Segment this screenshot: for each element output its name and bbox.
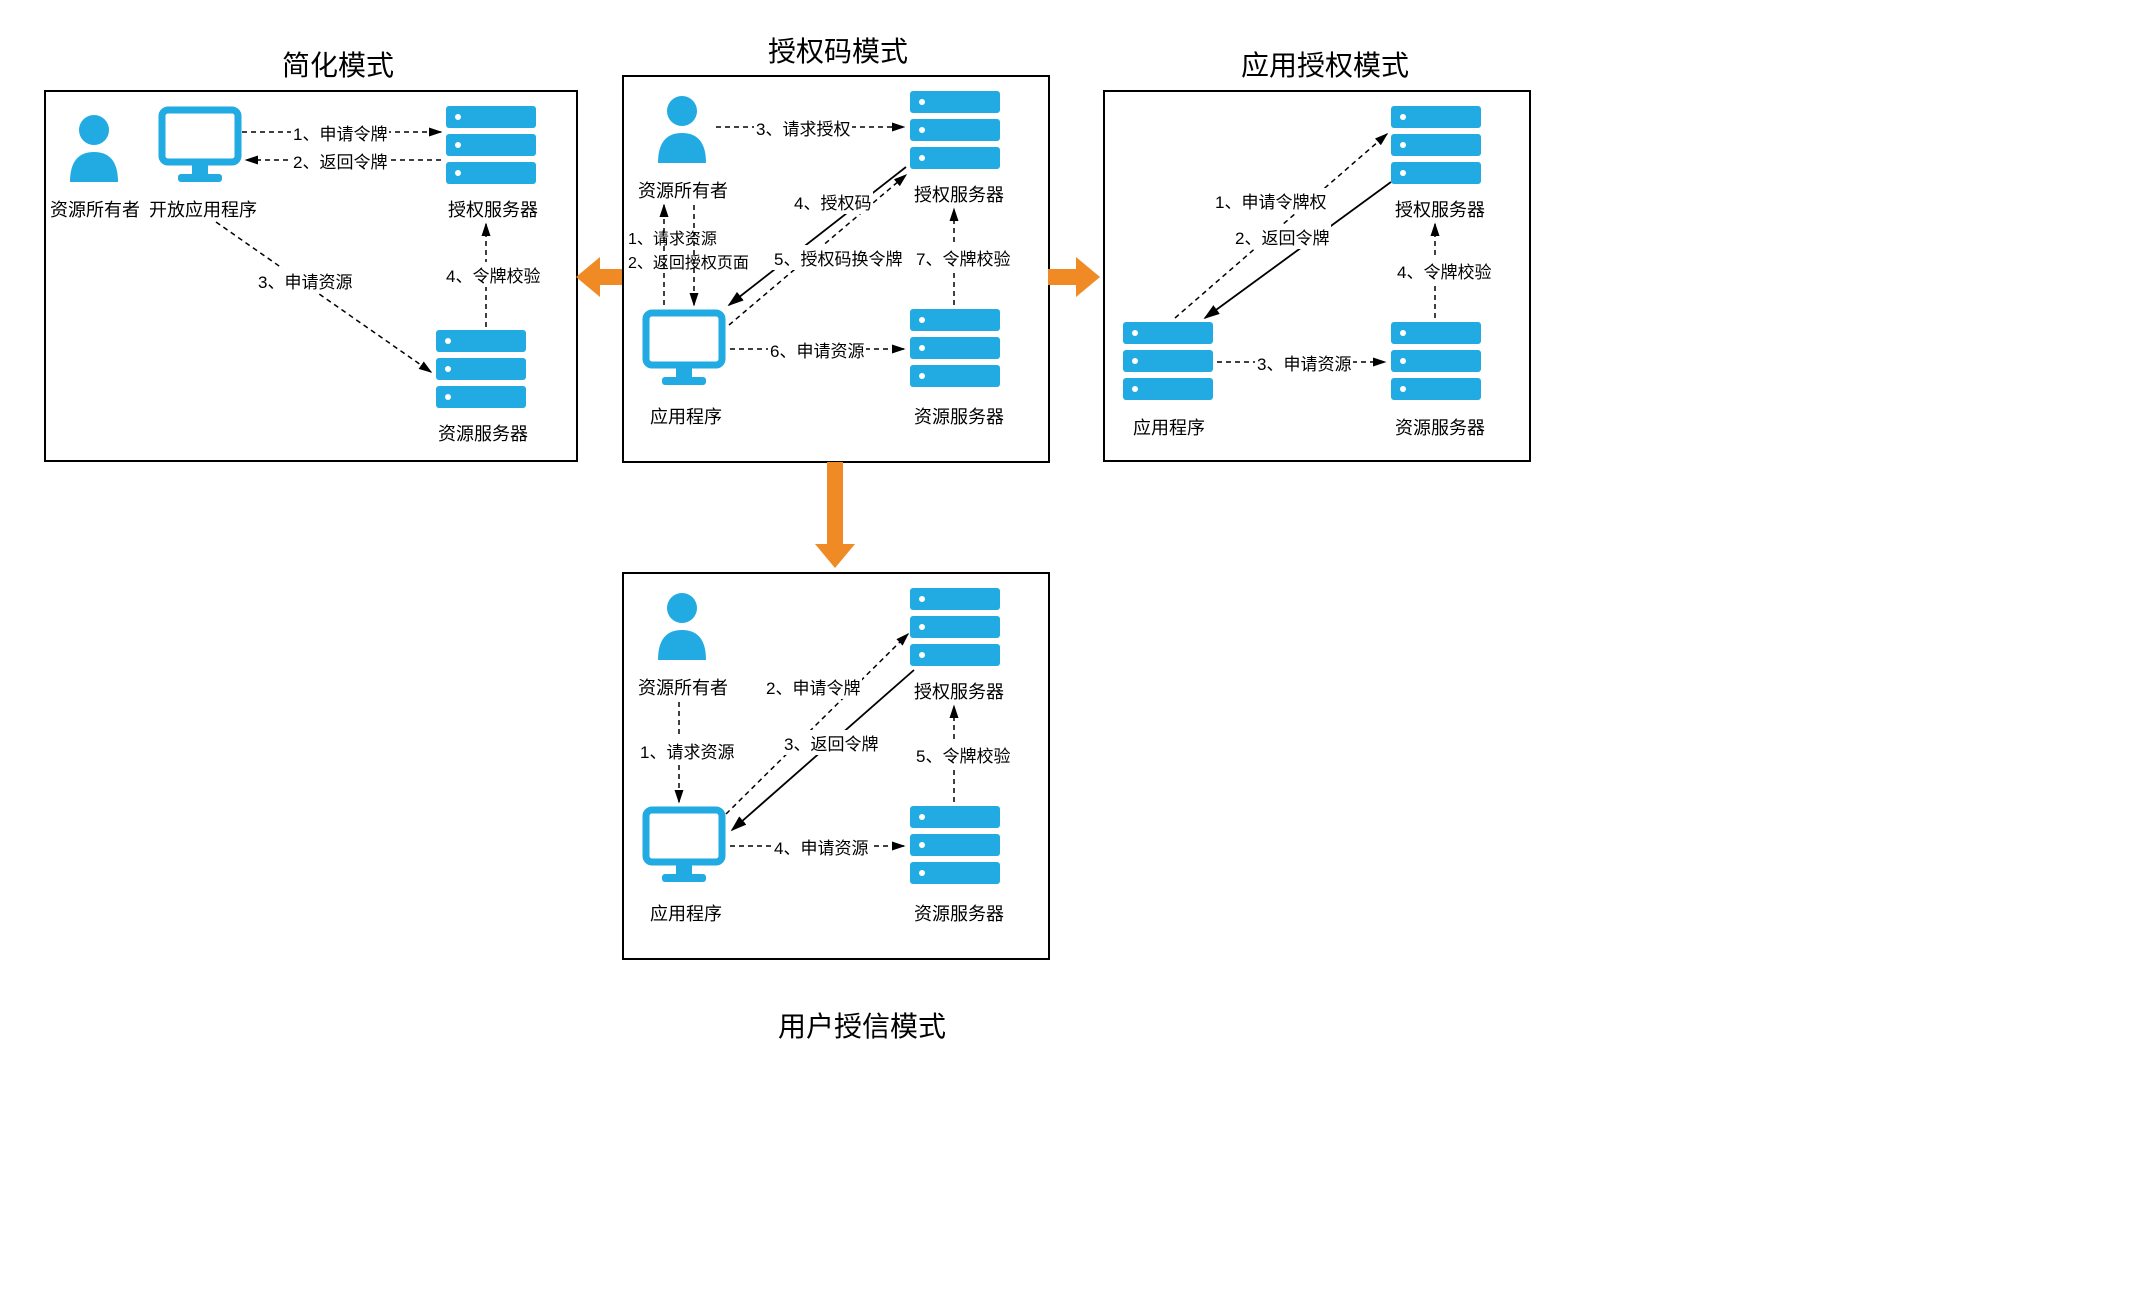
flow-a3: 3、请求授权 xyxy=(754,115,852,140)
flow-u3: 3、返回令牌 xyxy=(782,730,880,755)
big-arrow-left xyxy=(576,257,622,297)
flow-s1: 1、申请令牌 xyxy=(291,120,389,145)
big-arrow-down xyxy=(815,462,855,568)
title-appauth: 应用授权模式 xyxy=(1175,44,1475,84)
flow-u5: 5、令牌校验 xyxy=(914,742,1012,767)
flow-a7: 7、令牌校验 xyxy=(914,245,1012,270)
flow-a5: 5、授权码换令牌 xyxy=(772,245,904,270)
flow-a6: 6、申请资源 xyxy=(768,337,866,362)
flow-u1: 1、请求资源 xyxy=(638,738,736,763)
flow-s4: 4、令牌校验 xyxy=(444,262,542,287)
panel-usercred: 资源所有者 授权服务器 应用程序 资源服务器 xyxy=(622,572,1050,960)
title-simplified: 简化模式 xyxy=(188,44,488,84)
title-authcode: 授权码模式 xyxy=(688,30,988,70)
panel-authcode: 资源所有者 授权服务器 应用程序 资源服务器 xyxy=(622,75,1050,463)
flow-p1: 1、申请令牌权 xyxy=(1213,188,1328,213)
flow-s2: 2、返回令牌 xyxy=(291,148,389,173)
big-arrow-right xyxy=(1048,257,1100,297)
flow-a2: 2、返回授权页面 xyxy=(626,249,751,273)
panel-simplified: 资源所有者 开放应用程序 授权服务器 资源服务器 xyxy=(44,90,578,462)
flow-p4: 4、令牌校验 xyxy=(1395,258,1493,283)
flow-a4: 4、授权码 xyxy=(792,189,873,214)
flow-p2: 2、返回令牌 xyxy=(1233,224,1331,249)
flow-p3: 3、申请资源 xyxy=(1255,350,1353,375)
title-usercred: 用户授信模式 xyxy=(712,1005,1012,1045)
panel-appauth: 授权服务器 应用程序 资源服务器 1、申请令牌权 2、返回令牌 3、申请资源 xyxy=(1103,90,1531,462)
flow-a1: 1、请求资源 xyxy=(626,225,719,249)
flow-s3: 3、申请资源 xyxy=(256,268,354,293)
flow-u2: 2、申请令牌 xyxy=(764,674,862,699)
flow-u4: 4、申请资源 xyxy=(772,834,870,859)
